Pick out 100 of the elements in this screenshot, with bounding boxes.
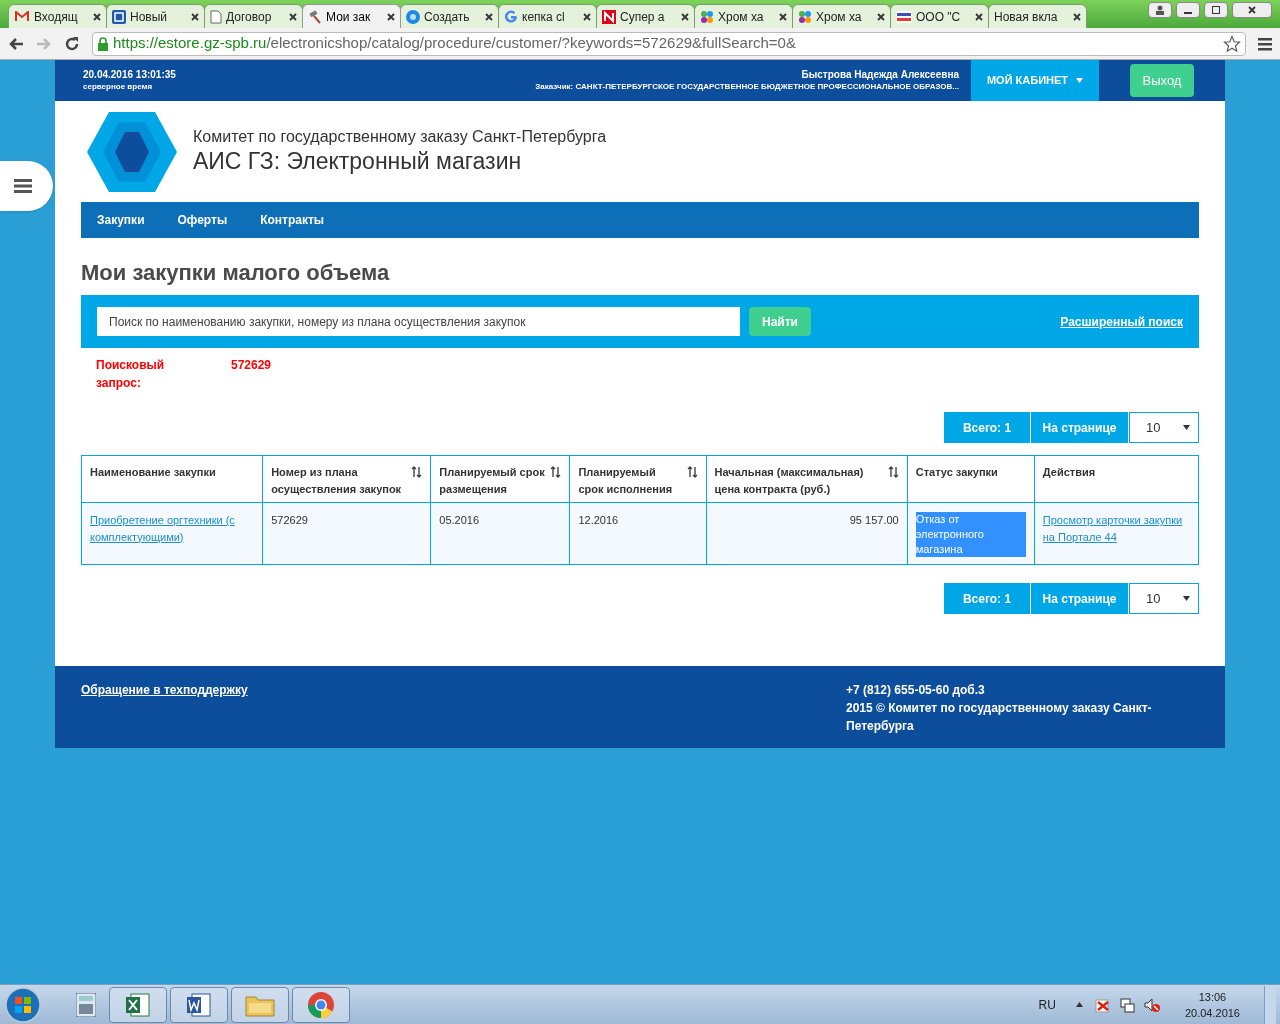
close-icon[interactable]: [583, 12, 591, 21]
network-icon[interactable]: [1118, 996, 1135, 1013]
close-icon[interactable]: [289, 12, 297, 21]
language-indicator[interactable]: RU: [1038, 995, 1056, 1014]
per-page-select[interactable]: 10: [1129, 412, 1199, 443]
browser-tab[interactable]: кепка cl: [498, 4, 597, 28]
tab-title: кепка cl: [522, 8, 566, 26]
url-text: https://estore.gz-spb.ru/electronicshop/catalog/procedure/customer/?keywords=572629&fullSearch=0&: [113, 33, 797, 54]
close-icon[interactable]: [485, 12, 493, 21]
tab-title: Новый: [130, 8, 169, 26]
search-field[interactable]: Поиск по наименованию закупки, номеру из плана осуществления закупок: [97, 307, 740, 336]
document-icon: [186, 991, 212, 1018]
browser-tab[interactable]: Новый: [106, 4, 205, 28]
sidebar-toggle[interactable]: [0, 161, 53, 211]
browser-tab[interactable]: Создать: [400, 4, 499, 28]
logo-icon: [87, 111, 177, 192]
header-label: Действия: [1042, 465, 1096, 480]
menu-icon[interactable]: [1258, 36, 1272, 51]
close-icon[interactable]: [877, 12, 885, 21]
nav-link[interactable]: Закупки: [97, 211, 145, 229]
tab-title: Хром ха: [718, 8, 765, 26]
user-name: Быстрова Надежда Алексеевна: [801, 69, 959, 82]
browser-tab[interactable]: Договор: [204, 4, 303, 28]
browser-tab[interactable]: Хром ха: [792, 4, 891, 28]
server-datetime: 20.04.2016 13:01:35: [83, 69, 177, 82]
nav-link[interactable]: Контракты: [260, 211, 325, 229]
sort-icon[interactable]: [411, 466, 423, 478]
tab-title: ООО "С: [916, 8, 962, 26]
taskbar-button[interactable]: [109, 986, 167, 1023]
calculator-icon: [76, 992, 96, 1017]
site-icon: [602, 9, 616, 24]
server-time-note: серверное время: [83, 81, 154, 92]
support-link[interactable]: Обращение в техподдержку: [81, 681, 846, 748]
browser-tab[interactable]: Хром ха: [694, 4, 793, 28]
help-icon: [406, 9, 420, 24]
start-icon[interactable]: [4, 985, 42, 1024]
app-title: АИС ГЗ: Электронный магазин: [193, 147, 523, 176]
tab-title: Супер а: [620, 8, 666, 26]
per-page-label: На странице: [1031, 412, 1128, 443]
tab-title: Хром ха: [816, 8, 863, 26]
dots-icon: [700, 9, 714, 24]
total-count: Всего: 1: [944, 583, 1030, 614]
sort-icon[interactable]: [887, 466, 899, 478]
table-cell: 05.2016: [430, 502, 570, 565]
close-icon[interactable]: [975, 12, 983, 21]
query-label: Поисковый запрос:: [96, 357, 166, 392]
table-cell: 572629: [262, 502, 431, 565]
header-label: Планируемый срок размещения: [439, 465, 546, 497]
menu-icon: [13, 179, 32, 193]
header-label: Наименование закупки: [90, 465, 216, 480]
profile-icon[interactable]: [1148, 2, 1172, 18]
close-icon[interactable]: [93, 12, 101, 21]
query-value: 572629: [231, 357, 272, 374]
maximize-icon[interactable]: [1204, 2, 1228, 18]
mail-icon: [14, 10, 30, 23]
caret-icon: [1183, 596, 1190, 601]
browser-tab[interactable]: Входящ: [8, 4, 107, 28]
clock-time: 13:06: [1198, 989, 1227, 1005]
per-page-select[interactable]: 10: [1129, 583, 1199, 614]
page-title: Мои закупки малого объема: [81, 259, 391, 287]
nav-link[interactable]: Оферты: [177, 211, 228, 229]
browser-tab[interactable]: ООО "С: [890, 4, 989, 28]
close-icon[interactable]: [191, 12, 199, 21]
tab-title: Входящ: [34, 8, 79, 26]
close-icon[interactable]: [1073, 12, 1081, 21]
site-icon: [112, 9, 126, 24]
clock-date: 20.04.2016: [1184, 1005, 1240, 1021]
per-page-label: На странице: [1031, 583, 1128, 614]
volume-muted-icon[interactable]: [1142, 996, 1161, 1013]
lock-icon: [97, 36, 109, 51]
close-icon[interactable]: [779, 12, 787, 21]
taskbar-button[interactable]: [292, 986, 350, 1023]
customer-name: Заказчик: САНКТ-ПЕТЕРБУРГСКОЕ ГОСУДАРСТВЕННОЕ БЮДЖЕТНОЕ ПРОФЕССИОНАЛЬНОЕ ОБРАЗОВ...: [535, 81, 959, 92]
document-icon: [210, 9, 222, 24]
window-close-button[interactable]: [1232, 2, 1272, 18]
tab-title: Мои зак: [326, 8, 372, 26]
browser-tab[interactable]: Мои зак: [302, 4, 401, 28]
close-icon[interactable]: [387, 12, 395, 21]
table-cell: 95 157.00: [706, 502, 908, 565]
tab-title: Новая вкла: [994, 8, 1059, 26]
copyright-text: 2015 © Комитет по государственному заказу Санкт-Петербурга: [846, 700, 1153, 735]
antivirus-icon[interactable]: [1094, 996, 1111, 1013]
spreadsheet-icon: [125, 991, 151, 1018]
sort-icon[interactable]: [550, 466, 562, 478]
address-field[interactable]: https://estore.gz-spb.ru/electronicshop/catalog/procedure/customer/?keywords=572629&fullSearch=0&: [92, 31, 1246, 56]
close-icon[interactable]: [681, 12, 689, 21]
minimize-icon[interactable]: [1176, 2, 1200, 18]
sort-icon[interactable]: [686, 466, 698, 478]
organization-name: Комитет по государственному заказу Санкт-Петербурга: [193, 127, 607, 148]
star-icon[interactable]: [1223, 34, 1241, 53]
tray-arrow-icon[interactable]: [1075, 1002, 1083, 1007]
close-icon: [1248, 6, 1256, 14]
browser-tab[interactable]: Новая вкла: [988, 4, 1087, 28]
chrome-icon: [307, 990, 335, 1019]
status-text: Отказ от электронного магазина: [915, 512, 1026, 557]
back-icon[interactable]: [8, 36, 24, 51]
browser-tab[interactable]: Супер а: [596, 4, 695, 28]
taskbar-button[interactable]: [170, 986, 228, 1023]
reload-icon[interactable]: [64, 35, 80, 52]
phone-number: +7 (812) 655-05-60 доб.3: [846, 682, 986, 699]
